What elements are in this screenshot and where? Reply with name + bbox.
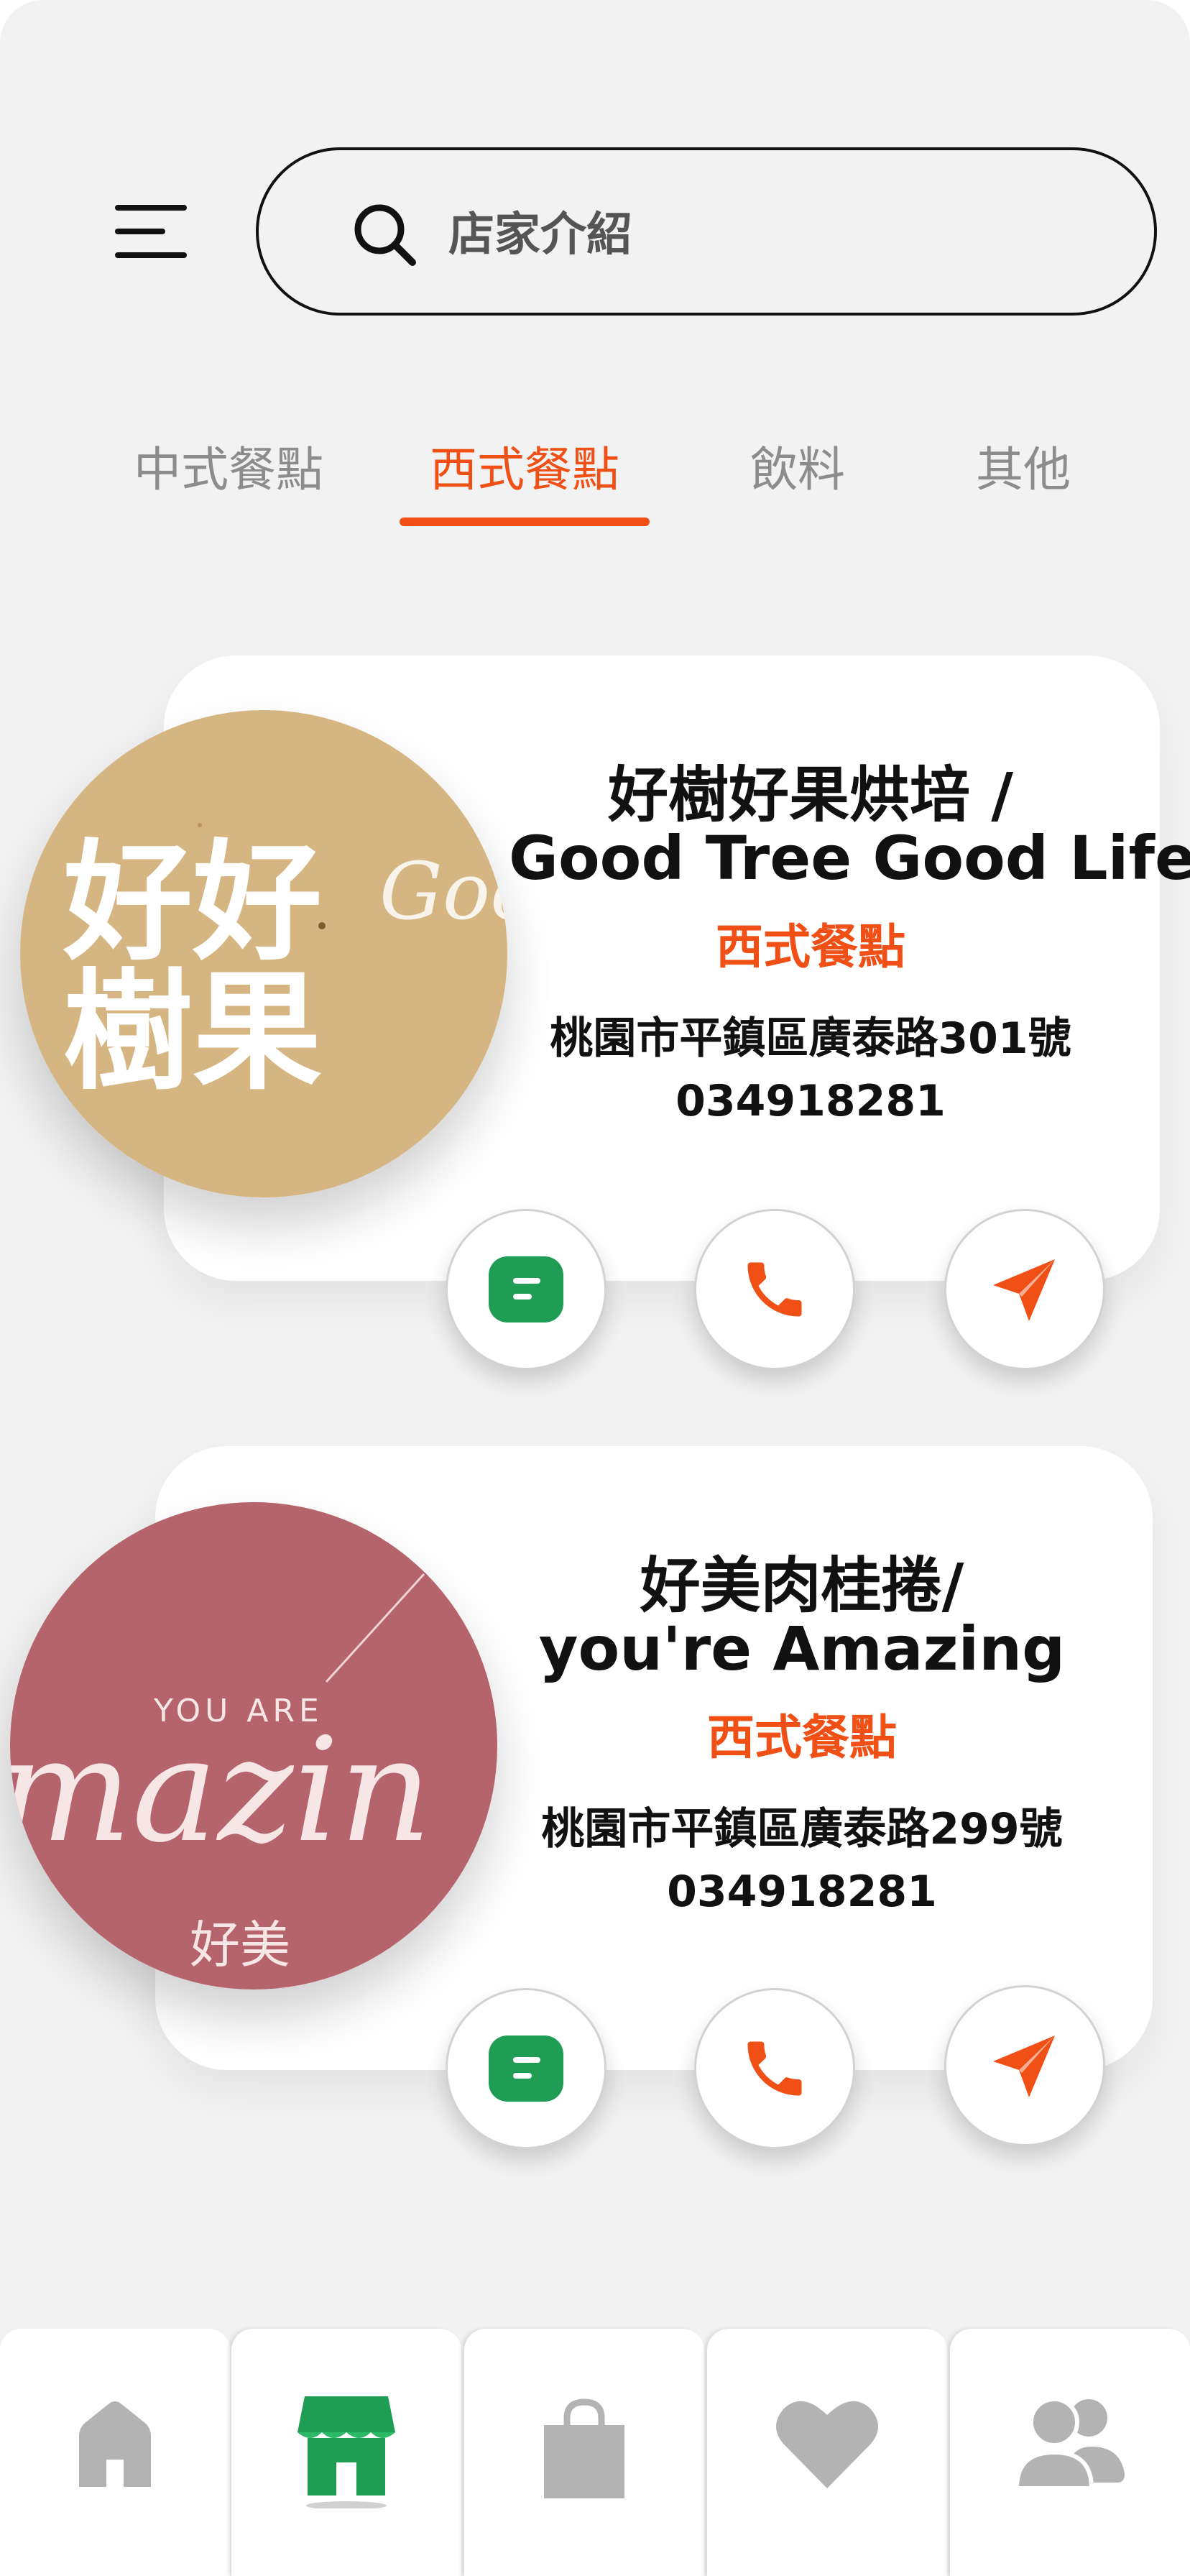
- nav-store[interactable]: [231, 2329, 461, 2576]
- shop-category: 西式餐點: [707, 1710, 897, 1765]
- home-icon: [79, 2401, 151, 2487]
- navigate-button[interactable]: [944, 1985, 1105, 2146]
- nav-shop[interactable]: [464, 2329, 704, 2576]
- store-icon: [298, 2396, 395, 2508]
- shop-name: 好美肉桂捲/: [640, 1550, 964, 1621]
- shopping-bag-icon: [544, 2398, 624, 2498]
- nav-favorites[interactable]: [707, 2329, 947, 2576]
- nav-home[interactable]: [0, 2329, 230, 2576]
- logo-text: 樹果: [63, 956, 322, 1108]
- shop-address: 桃園市平鎮區廣泰路299號: [541, 1804, 1063, 1854]
- message-icon: [489, 1256, 563, 1322]
- tab-drinks[interactable]: 飲料: [750, 431, 845, 500]
- search-input[interactable]: [447, 188, 1097, 282]
- tab-others[interactable]: 其他: [976, 431, 1071, 500]
- logo-text: 好美: [190, 1915, 290, 1974]
- shop-logo[interactable]: 好好 樹果 Goo: [20, 710, 507, 1197]
- navigate-button[interactable]: [944, 1209, 1105, 1370]
- nav-members[interactable]: [950, 2329, 1190, 2576]
- shop-info: 好樹好果烘培 / Good Tree Good Life 西式餐點 桃園市平鎮區…: [509, 760, 1190, 1126]
- shop-phone: 034918281: [667, 1867, 937, 1917]
- message-button[interactable]: [446, 1209, 606, 1370]
- message-button[interactable]: [446, 1988, 606, 2149]
- call-button[interactable]: [694, 1988, 855, 2149]
- search-bar[interactable]: [256, 147, 1157, 316]
- tab-western-food[interactable]: 西式餐點: [430, 431, 619, 500]
- phone-icon: [747, 1262, 802, 1317]
- menu-icon[interactable]: [115, 205, 187, 259]
- bottom-navigation: [0, 2329, 1190, 2576]
- shop-info: 好美肉桂捲/ you're Amazing 西式餐點 桃園市平鎮區廣泰路299號…: [507, 1554, 1097, 1917]
- shop-name-english: you're Amazing: [538, 1614, 1066, 1684]
- shop-address: 桃園市平鎮區廣泰路301號: [550, 1013, 1071, 1064]
- shop-name: 好樹好果烘培 /: [608, 760, 1013, 830]
- users-icon: [1014, 2397, 1125, 2490]
- app-screen: 中式餐點 西式餐點 飲料 其他 好樹好果烘培 / Good Tree Good …: [0, 0, 1190, 2576]
- active-tab-indicator: [400, 518, 650, 526]
- shop-category: 西式餐點: [716, 919, 905, 975]
- shop-phone: 034918281: [675, 1076, 946, 1126]
- logo-script: Goo: [379, 845, 507, 937]
- call-button[interactable]: [694, 1209, 855, 1370]
- send-icon: [993, 2036, 1055, 2097]
- send-icon: [993, 1259, 1055, 1321]
- shop-logo[interactable]: YOU ARE mazin 好美: [10, 1502, 497, 1990]
- heart-icon: [776, 2401, 878, 2488]
- message-icon: [489, 2036, 563, 2102]
- tab-chinese-food[interactable]: 中式餐點: [134, 431, 323, 500]
- logo-script: mazin: [10, 1707, 432, 1874]
- phone-icon: [747, 2041, 802, 2096]
- search-icon: [354, 204, 416, 266]
- shop-name-english: Good Tree Good Life: [509, 823, 1190, 893]
